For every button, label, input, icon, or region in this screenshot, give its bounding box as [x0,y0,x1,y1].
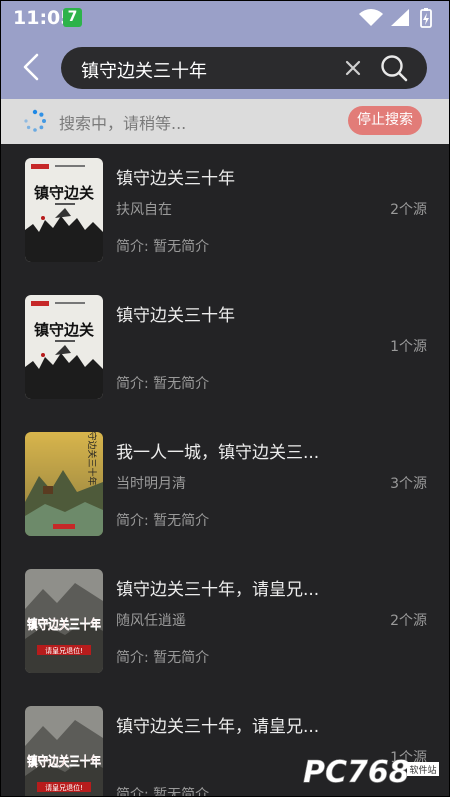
book-title: 镇守边关三十年，请皇兄... [116,580,320,600]
book-title: 镇守边关三十年 [116,306,235,326]
signal-icon [391,9,409,26]
wifi-icon [359,9,383,26]
book-intro: 简介: 暂无简介 [116,376,210,392]
cover-title: 镇守边关三十年 [27,754,101,770]
book-title: 镇守边关三十年，请皇兄... [116,717,320,737]
book-cover: 镇守边关三十年 请皇兄退位! [25,569,103,673]
book-title: 镇守边关三十年 [116,169,235,189]
book-cover: 镇守边关 [25,158,103,262]
loading-spinner-icon [24,109,46,132]
search-toolbar: 镇守边关三十年 [1,37,449,99]
source-count: 3个源 [390,476,427,492]
book-intro: 简介: 暂无简介 [116,787,210,797]
result-item[interactable]: 镇守边关 镇守边关三十年 1个源 简介: 暂无简介 [1,281,449,418]
svg-text:请皇兄退位!: 请皇兄退位! [45,646,83,655]
cover-title: 镇守边关 [34,321,94,339]
search-bar[interactable]: 镇守边关三十年 [61,47,427,89]
app-notification-icon: 7 [63,8,82,27]
search-input[interactable]: 镇守边关三十年 [81,57,207,83]
back-arrow-icon[interactable] [17,51,49,83]
svg-text:软件站: 软件站 [409,764,436,776]
book-intro: 简介: 暂无简介 [116,650,210,666]
stop-search-button[interactable]: 停止搜索 [348,106,422,135]
svg-text:请皇兄退位!: 请皇兄退位! [45,783,83,792]
book-cover: 镇守边关 [25,295,103,399]
result-item[interactable]: 镇守边关三十年 我一人一城，镇守边关三... 当时明月清 3个源 简介: 暂无简… [1,418,449,555]
search-progress-bar: 搜索中，请稍等... 停止搜索 [1,99,449,144]
book-author: 当时明月清 [116,476,186,492]
source-count: 2个源 [390,202,427,218]
cover-title: 镇守边关三十年 [27,617,101,633]
result-item[interactable]: 镇守边关三十年 请皇兄退位! 镇守边关三十年，请皇兄... 随风任逍遥 2个源 … [1,555,449,692]
phone-screen: 11:05 7 镇守边关三十年 搜索中，请稍等... 停止搜索 镇守边关 镇守边… [0,0,450,797]
clear-icon[interactable] [341,56,365,80]
svg-text:PC768: PC768 [303,755,410,790]
result-item[interactable]: 镇守边关 镇守边关三十年 扶风自在 2个源 简介: 暂无简介 [1,144,449,281]
book-author: 扶风自在 [116,202,172,218]
search-icon[interactable] [379,53,409,83]
source-count: 2个源 [390,613,427,629]
book-author: 随风任逍遥 [116,613,186,629]
watermark-logo: PC768 软件站 [303,755,439,790]
cover-vertical-title: 镇守边关三十年 [86,432,98,486]
book-intro: 简介: 暂无简介 [116,239,210,255]
search-results-list: 镇守边关 镇守边关三十年 扶风自在 2个源 简介: 暂无简介 镇守边关 镇守边关… [1,144,449,797]
svg-text:镇守边关三十年: 镇守边关三十年 [86,432,98,486]
status-bar: 11:05 7 [1,1,449,37]
book-cover: 镇守边关三十年 请皇兄退位! [25,706,103,796]
book-intro: 简介: 暂无简介 [116,513,210,529]
system-icons [359,8,432,28]
progress-text: 搜索中，请稍等... [59,114,187,133]
book-title: 我一人一城，镇守边关三... [116,443,320,463]
source-count: 1个源 [390,339,427,355]
book-cover: 镇守边关三十年 [25,432,103,536]
cover-title: 镇守边关 [34,184,94,202]
